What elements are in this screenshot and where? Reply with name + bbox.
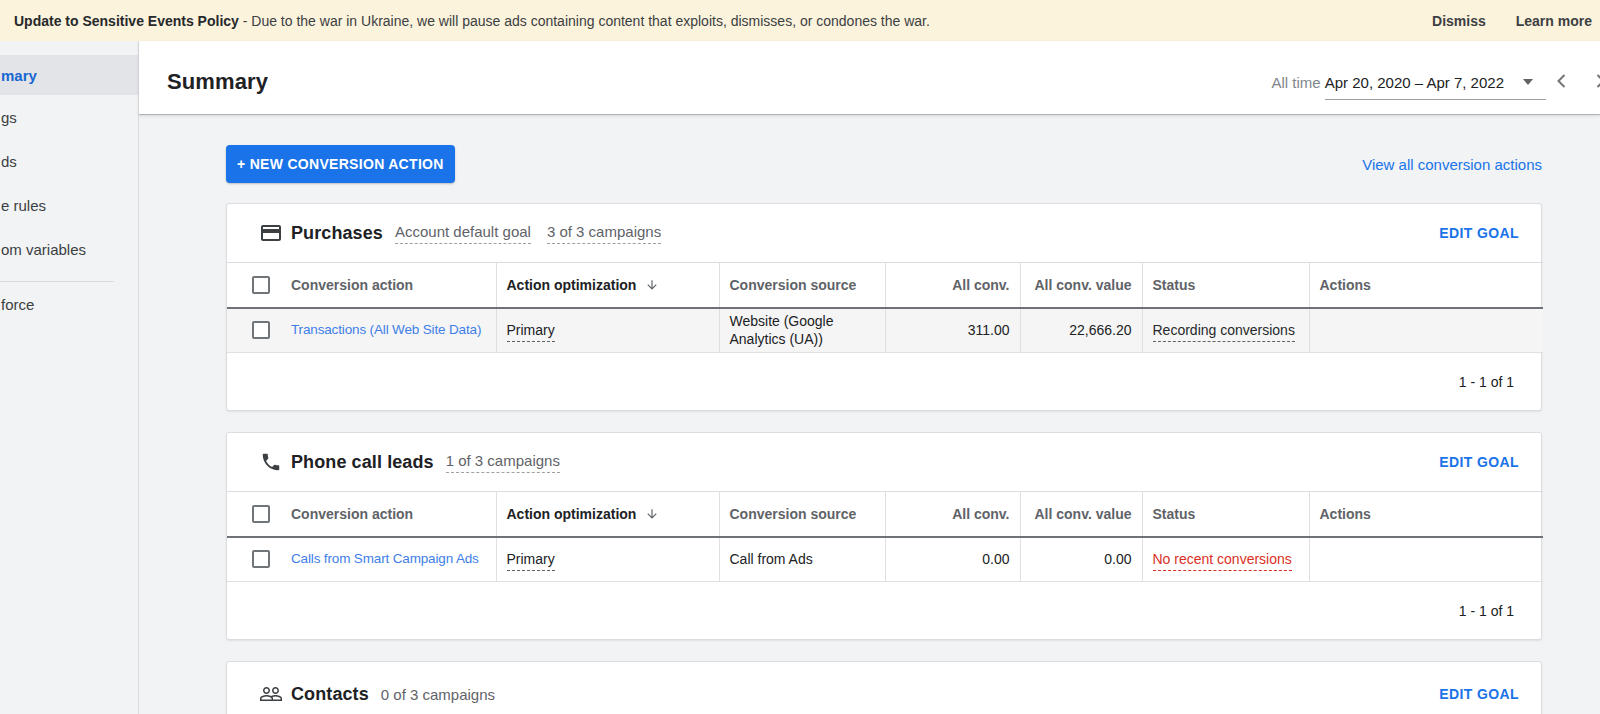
- goal-title: Purchases: [291, 223, 383, 244]
- sidebar-item-value-rules[interactable]: e rules: [0, 183, 138, 227]
- status-badge[interactable]: No recent conversions: [1153, 551, 1292, 571]
- conversion-actions-table: Conversion action Action optimization Co…: [227, 262, 1543, 353]
- goal-title: Phone call leads: [291, 452, 434, 473]
- banner-title: Update to Sensitive Events Policy: [14, 13, 239, 29]
- column-all-conv[interactable]: All conv.: [952, 277, 1009, 293]
- column-conversion-source[interactable]: Conversion source: [730, 506, 857, 522]
- chevron-left-icon: [1555, 74, 1567, 91]
- campaigns-count-link[interactable]: 1 of 3 campaigns: [446, 452, 560, 473]
- date-range-dropdown[interactable]: Apr 20, 2020 – Apr 7, 2022: [1325, 62, 1546, 102]
- column-action-optimization[interactable]: Action optimization: [507, 277, 637, 293]
- caret-down-icon: [1523, 79, 1533, 85]
- page-header: Summary All time Apr 20, 2020 – Apr 7, 2…: [139, 41, 1600, 115]
- edit-goal-button[interactable]: EDIT GOAL: [1439, 454, 1519, 470]
- row-checkbox[interactable]: [252, 550, 270, 568]
- sidebar-item-settings[interactable]: gs: [0, 95, 138, 139]
- goal-card-contacts: Contacts 0 of 3 campaigns EDIT GOAL: [226, 661, 1542, 714]
- column-all-conv[interactable]: All conv.: [952, 506, 1009, 522]
- all-conv-value: 0.00: [885, 537, 1020, 582]
- account-default-goal-link[interactable]: Account default goal: [395, 223, 531, 244]
- conversion-action-link[interactable]: Transactions (All Web Site Data): [291, 321, 481, 339]
- table-header-row: Conversion action Action optimization Co…: [227, 492, 1543, 537]
- column-conversion-action: Conversion action: [291, 506, 413, 522]
- new-conversion-action-button[interactable]: + NEW CONVERSION ACTION: [226, 145, 455, 183]
- pagination-label: 1 - 1 of 1: [227, 353, 1541, 410]
- all-conv-value-value: 0.00: [1020, 537, 1142, 582]
- column-conversion-action: Conversion action: [291, 277, 413, 293]
- goal-card-purchases: Purchases Account default goal 3 of 3 ca…: [226, 203, 1542, 411]
- content-area: + NEW CONVERSION ACTION View all convers…: [139, 115, 1600, 714]
- date-preset-label: All time: [1272, 74, 1321, 91]
- column-all-conv-value[interactable]: All conv. value: [1035, 277, 1132, 293]
- row-actions-cell: [1309, 308, 1543, 353]
- contacts-icon: [259, 682, 283, 706]
- goal-card-phone-call-leads: Phone call leads 1 of 3 campaigns EDIT G…: [226, 432, 1542, 640]
- sort-descending-icon: [645, 507, 659, 521]
- column-action-optimization[interactable]: Action optimization: [507, 506, 637, 522]
- action-optimization-value[interactable]: Primary: [507, 551, 555, 571]
- chevron-right-icon: [1595, 74, 1600, 91]
- table-header-row: Conversion action Action optimization Co…: [227, 263, 1543, 308]
- column-actions: Actions: [1320, 277, 1371, 293]
- column-all-conv-value[interactable]: All conv. value: [1035, 506, 1132, 522]
- pagination-label: 1 - 1 of 1: [227, 582, 1541, 639]
- row-checkbox[interactable]: [252, 321, 270, 339]
- select-all-checkbox[interactable]: [252, 276, 270, 294]
- credit-card-icon: [259, 221, 283, 245]
- banner-message: Update to Sensitive Events Policy - Due …: [14, 13, 1432, 29]
- learn-more-button[interactable]: Learn more: [1516, 13, 1592, 29]
- conversion-actions-table: Conversion action Action optimization Co…: [227, 491, 1543, 582]
- sidebar-item-custom-variables[interactable]: om variables: [0, 227, 138, 271]
- conversion-source-value: Call from Ads: [719, 537, 885, 582]
- campaigns-count-label: 0 of 3 campaigns: [381, 686, 495, 703]
- row-actions-cell: [1309, 537, 1543, 582]
- column-status[interactable]: Status: [1153, 506, 1196, 522]
- date-range-picker: All time Apr 20, 2020 – Apr 7, 2022: [1260, 50, 1600, 114]
- next-period-button[interactable]: [1581, 62, 1600, 102]
- date-range-value: Apr 20, 2020 – Apr 7, 2022: [1325, 74, 1504, 91]
- conversion-action-link[interactable]: Calls from Smart Campaign Ads: [291, 550, 479, 568]
- conversion-source-value: Website (Google Analytics (UA)): [719, 308, 885, 353]
- all-conv-value: 311.00: [885, 308, 1020, 353]
- phone-icon: [259, 450, 283, 474]
- sidebar-item-summary[interactable]: mary: [0, 55, 138, 95]
- column-status[interactable]: Status: [1153, 277, 1196, 293]
- promo-banner: Update to Sensitive Events Policy - Due …: [0, 0, 1600, 41]
- select-all-checkbox[interactable]: [252, 505, 270, 523]
- status-badge[interactable]: Recording conversions: [1153, 322, 1295, 342]
- table-row: Transactions (All Web Site Data) Primary…: [227, 308, 1543, 353]
- action-optimization-value[interactable]: Primary: [507, 322, 555, 342]
- column-conversion-source[interactable]: Conversion source: [730, 277, 857, 293]
- table-row: Calls from Smart Campaign Ads Primary Ca…: [227, 537, 1543, 582]
- all-conv-value-value: 22,666.20: [1020, 308, 1142, 353]
- conversions-subnav: mary gs ds e rules om variables force: [0, 41, 139, 714]
- sort-descending-icon: [645, 278, 659, 292]
- previous-period-button[interactable]: [1541, 62, 1581, 102]
- goal-title: Contacts: [291, 684, 369, 705]
- dismiss-button[interactable]: Dismiss: [1432, 13, 1486, 29]
- edit-goal-button[interactable]: EDIT GOAL: [1439, 686, 1519, 702]
- page-title: Summary: [167, 69, 268, 95]
- banner-body: - Due to the war in Ukraine, we will pau…: [239, 13, 930, 29]
- column-actions: Actions: [1320, 506, 1371, 522]
- conversions-toolbar: + NEW CONVERSION ACTION View all convers…: [226, 145, 1542, 183]
- campaigns-count-link[interactable]: 3 of 3 campaigns: [547, 223, 661, 244]
- edit-goal-button[interactable]: EDIT GOAL: [1439, 225, 1519, 241]
- sidebar-item-salesforce[interactable]: force: [0, 282, 138, 326]
- view-all-conversion-actions-link[interactable]: View all conversion actions: [1362, 156, 1542, 173]
- sidebar-item-uploads[interactable]: ds: [0, 139, 138, 183]
